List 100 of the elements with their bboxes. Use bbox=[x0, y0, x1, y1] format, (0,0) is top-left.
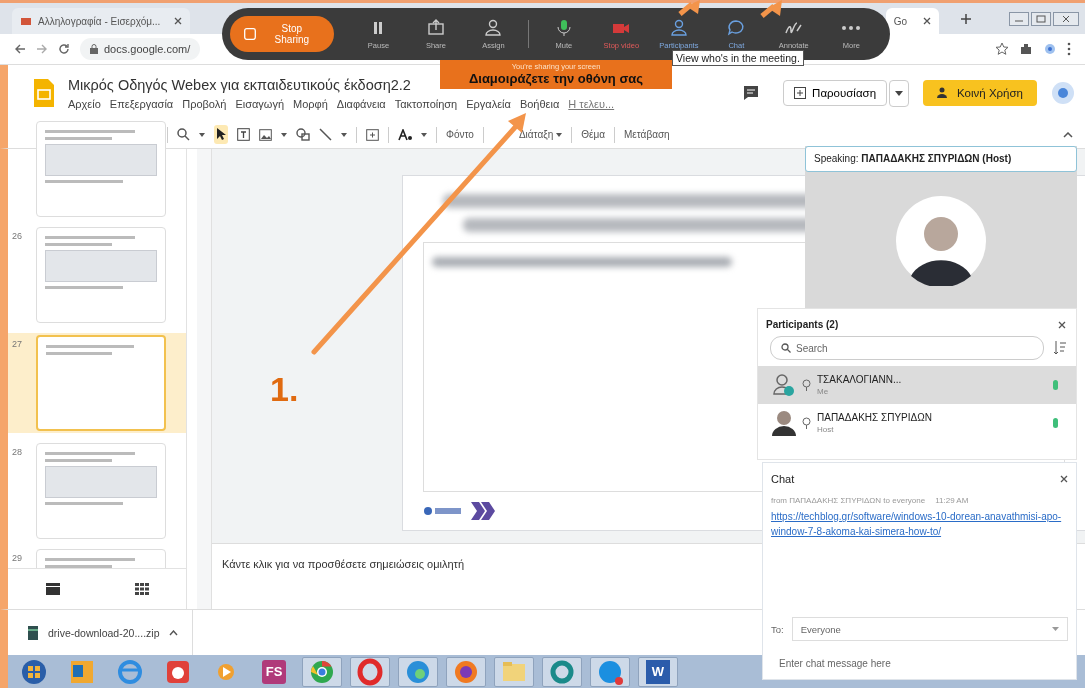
panel-title: Chat bbox=[771, 473, 795, 485]
taskbar-app-icon[interactable] bbox=[302, 656, 342, 687]
taskbar-app-icon[interactable] bbox=[590, 656, 630, 687]
recipient-label: To: bbox=[771, 623, 784, 635]
slide-number: 28 bbox=[12, 447, 22, 457]
taskbar-app-icon[interactable] bbox=[446, 656, 486, 687]
menu-item[interactable]: Προβολή bbox=[182, 97, 227, 110]
comment-add-icon[interactable] bbox=[366, 128, 379, 141]
menu-item[interactable]: Βοήθεια bbox=[519, 97, 560, 110]
menu-item[interactable]: Αρχείο bbox=[68, 97, 101, 110]
text-box-icon[interactable] bbox=[237, 128, 250, 141]
search-icon bbox=[781, 343, 791, 353]
audio-icon bbox=[802, 379, 811, 391]
account-icon[interactable] bbox=[1051, 81, 1075, 105]
star-icon[interactable] bbox=[995, 42, 1009, 56]
menu-icon[interactable] bbox=[1067, 42, 1071, 56]
search-field[interactable]: Search bbox=[770, 336, 1044, 360]
chat-control-icon bbox=[727, 18, 746, 37]
participants-control-icon bbox=[669, 18, 688, 37]
image-icon[interactable] bbox=[259, 128, 272, 141]
caret-icon[interactable] bbox=[281, 132, 287, 137]
present-dropdown[interactable] bbox=[889, 79, 910, 107]
sort-list-icon[interactable] bbox=[1054, 341, 1066, 355]
shape-icon[interactable] bbox=[296, 128, 310, 141]
participant-row[interactable]: ΤΣΑΚΑΛΟΓΙΑΝΝ... Me bbox=[758, 366, 1076, 404]
caret-icon bbox=[1052, 627, 1059, 631]
close-icon[interactable] bbox=[1058, 320, 1066, 329]
menu-item[interactable]: Μορφή bbox=[293, 97, 328, 110]
extension-icon[interactable] bbox=[1019, 42, 1033, 56]
reload-icon[interactable] bbox=[58, 43, 70, 55]
more-control-icon bbox=[842, 25, 861, 30]
avatar-silhouette-icon bbox=[896, 196, 986, 286]
audio-icon bbox=[802, 417, 811, 429]
slide-number: 29 bbox=[12, 553, 22, 563]
taskbar-app-icon[interactable] bbox=[542, 656, 582, 687]
line-icon[interactable] bbox=[319, 128, 332, 141]
toolbar-button[interactable]: Θέμα bbox=[581, 129, 605, 140]
caret-icon bbox=[556, 132, 563, 137]
slide-number: 26 bbox=[12, 231, 22, 241]
present-button[interactable]: Παρουσίαση bbox=[783, 80, 888, 106]
participant-role: Host bbox=[817, 425, 835, 434]
address-bar[interactable]: docs.google.com/ bbox=[80, 38, 201, 60]
new-tab-icon[interactable] bbox=[959, 11, 973, 26]
app-logo-icon bbox=[355, 656, 385, 687]
close-icon[interactable] bbox=[1053, 11, 1079, 26]
last-edit-link[interactable]: Η τελευ... bbox=[568, 97, 615, 110]
document-title[interactable]: Μικρός Οδηγός Webex για εκπαιδευτικούς έκδοση2.2 bbox=[68, 76, 411, 93]
comment-icon[interactable] bbox=[743, 85, 760, 101]
mail-icon bbox=[20, 16, 32, 26]
participant-row[interactable]: ΠΑΠΑΔΑΚΗΣ ΣΠΥΡΙΔΩΝ Host bbox=[758, 404, 1076, 442]
user-icon bbox=[772, 372, 796, 398]
chat-message-field[interactable]: Enter chat message here bbox=[771, 646, 1068, 669]
participant-name: ΠΑΠΑΔΑΚΗΣ ΣΠΥΡΙΔΩΝ bbox=[817, 412, 933, 423]
filmstrip-view-icon[interactable] bbox=[45, 583, 60, 595]
toolbar-button[interactable]: Φόντο bbox=[446, 129, 474, 140]
caret-icon[interactable] bbox=[199, 132, 205, 137]
assign-control-icon bbox=[484, 18, 503, 37]
speaker-notes-field[interactable]: Κάντε κλικ για να προσθέσετε σημειώσεις ομιλητή bbox=[222, 558, 465, 570]
tooltip: View who's in the meeting. bbox=[672, 50, 804, 66]
caret-icon bbox=[169, 629, 179, 636]
close-icon[interactable] bbox=[923, 17, 931, 25]
cursor-icon bbox=[216, 127, 226, 140]
menu-item[interactable]: Διαφάνεια bbox=[336, 97, 386, 110]
caret-icon[interactable] bbox=[421, 132, 427, 137]
stop-icon bbox=[244, 28, 256, 40]
participant-role: Me bbox=[817, 387, 830, 396]
grid-view-icon[interactable] bbox=[134, 583, 149, 595]
menu-item[interactable]: Επεξεργασία bbox=[109, 97, 174, 110]
share-button[interactable]: Κοινή Χρήση bbox=[923, 80, 1037, 106]
select-tool[interactable] bbox=[214, 125, 228, 144]
lock-icon bbox=[90, 44, 98, 54]
close-icon[interactable] bbox=[1060, 475, 1068, 483]
back-icon[interactable] bbox=[14, 43, 26, 55]
step-label: 1. bbox=[270, 370, 299, 409]
mute-control-icon bbox=[554, 18, 573, 37]
caret-icon[interactable] bbox=[341, 132, 347, 137]
extension-icon[interactable] bbox=[1043, 42, 1057, 56]
taskbar-app[interactable]: FS bbox=[254, 656, 294, 687]
zoom-icon[interactable] bbox=[177, 128, 190, 141]
text-color-icon[interactable] bbox=[398, 128, 412, 141]
share-control-icon bbox=[426, 18, 445, 37]
menu-item[interactable]: Εργαλεία bbox=[466, 97, 511, 110]
banner-title: Διαμοιράζετε την οθόνη σας bbox=[468, 71, 644, 86]
toolbar-button[interactable]: Μετάβαση bbox=[624, 129, 670, 140]
message-link[interactable]: https://techblog.gr/software/windows-10-dorean-anavathmisi-apo-window-7-8-akoma-kai-simera-how-to/ bbox=[771, 510, 1068, 539]
browser-tab[interactable]: Go bbox=[885, 8, 939, 34]
pointer-arrow bbox=[678, 0, 700, 16]
menu-item[interactable]: Εισαγωγή bbox=[235, 97, 285, 110]
participant-name: ΤΣΑΚΑΛΟΓΙΑΝΝ... bbox=[817, 374, 903, 385]
taskbar-app-icon[interactable] bbox=[350, 656, 390, 687]
recipient-dropdown[interactable]: Everyone bbox=[791, 617, 1068, 641]
taskbar-app[interactable]: W bbox=[638, 656, 678, 687]
message-sender: from ΠΑΠΑΔΑΚΗΣ ΣΠΥΡΙΔΩΝ to everyone bbox=[771, 496, 926, 505]
microphone-icon bbox=[1053, 418, 1058, 428]
close-icon[interactable] bbox=[174, 17, 183, 25]
menu-item[interactable]: Τακτοποίηση bbox=[394, 97, 458, 110]
collapse-icon[interactable] bbox=[1063, 131, 1073, 138]
toolbar-button[interactable]: Διάταξη bbox=[518, 129, 563, 140]
browser-tab[interactable]: Αλληλογραφία - Εισερχόμ... bbox=[12, 8, 191, 34]
slide-thumbnail[interactable]: 27 bbox=[8, 333, 186, 433]
